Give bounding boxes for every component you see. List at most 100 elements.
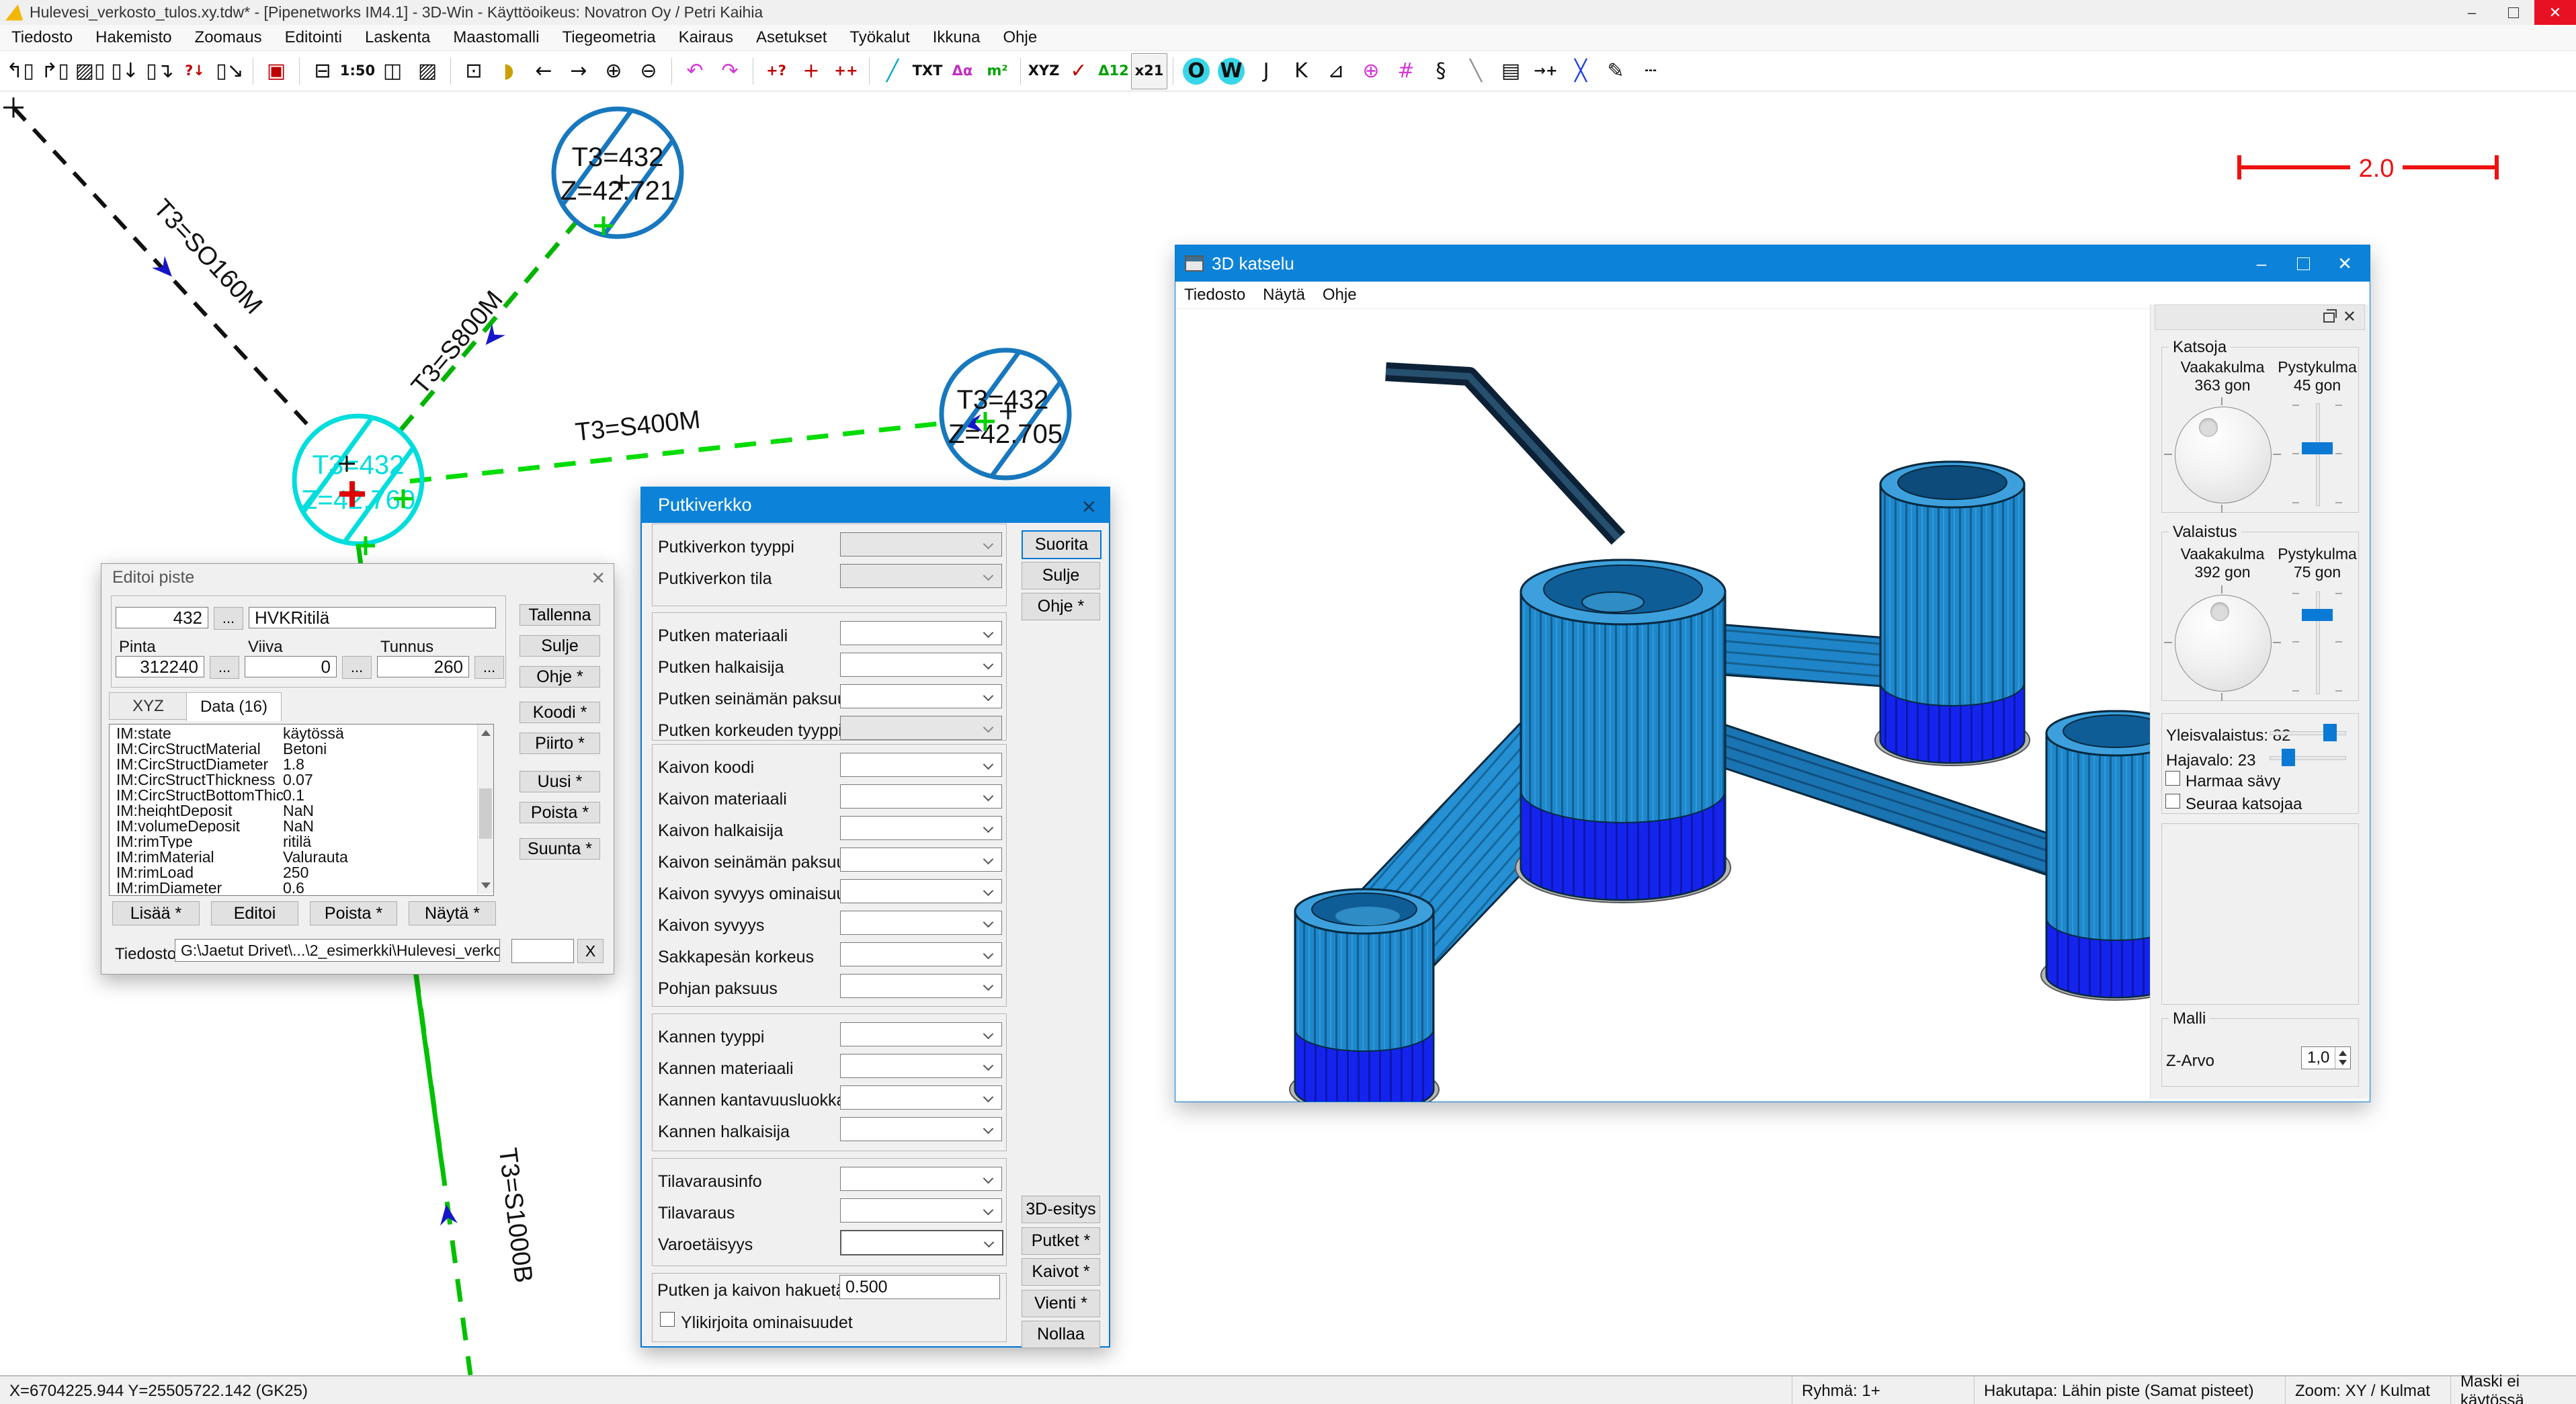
menu-item[interactable]: Ikkuna <box>921 25 992 50</box>
scroll-up-icon[interactable] <box>481 730 491 736</box>
dropdown[interactable] <box>840 1117 1002 1141</box>
menu-item[interactable]: Tiedosto <box>0 25 84 50</box>
read-file[interactable]: ↰▯ <box>3 54 38 89</box>
hatch-settings[interactable]: ▨ <box>410 54 445 89</box>
dialog-button[interactable]: Suorita <box>1022 530 1102 559</box>
menu-item[interactable]: Tiedosto <box>1175 282 1254 308</box>
side-action-button[interactable]: Uusi * <box>520 771 600 792</box>
manhole-node-top[interactable]: T3=432 Z=42.721 <box>554 109 681 237</box>
circle-plus[interactable]: ⊕ <box>1354 54 1388 89</box>
attribute-row[interactable]: IM:CircStructMaterial Betoni <box>110 740 493 755</box>
scroll-thumb[interactable] <box>479 788 492 839</box>
pipe-profile[interactable]: ╲ <box>1458 54 1493 89</box>
menu-item[interactable]: Hakemisto <box>84 25 183 50</box>
separator[interactable] <box>666 54 677 89</box>
extra-field[interactable] <box>511 939 574 963</box>
list-action-button[interactable]: Näytä * <box>409 901 496 925</box>
pinta-browse-button[interactable]: ... <box>210 656 239 679</box>
separator[interactable] <box>1015 54 1026 89</box>
dropdown[interactable] <box>840 1198 1002 1223</box>
manhole-node-selected[interactable]: T3=432 Z=42.760 <box>294 416 422 555</box>
attribute-row[interactable]: IM:rimDiameter 0.6 <box>110 879 493 895</box>
dashed-line[interactable]: ┄ <box>1633 54 1668 89</box>
text-txt[interactable]: TXT <box>910 54 945 89</box>
separator[interactable] <box>445 54 456 89</box>
list-action-button[interactable]: Poista * <box>310 901 397 925</box>
pipe-dialog-titlebar[interactable]: Putkiverkko <box>640 487 1110 523</box>
dialog-button[interactable]: Ohje * <box>1022 593 1100 620</box>
dialog-button[interactable]: 3D-esitys <box>1022 1196 1100 1223</box>
code-name-field[interactable]: HVKRitilä <box>249 607 496 628</box>
viiva-browse-button[interactable]: ... <box>342 656 372 679</box>
attribute-row[interactable]: IM:CircStructBottomThick... 0.1 <box>110 786 493 802</box>
code-browse-button[interactable]: ... <box>214 607 243 630</box>
manhole-node-right[interactable]: T3=432 Z=42.705 <box>942 350 1069 478</box>
tunnus-field[interactable]: 260 <box>377 656 469 677</box>
dropdown[interactable] <box>840 653 1002 677</box>
attribute-row[interactable]: IM:rimMaterial Valurauta <box>110 848 493 864</box>
separator[interactable] <box>1167 54 1179 89</box>
dropdown[interactable] <box>840 942 1002 966</box>
menu-item[interactable]: Kairaus <box>667 25 745 50</box>
points-transfer[interactable]: →+ <box>1528 54 1563 89</box>
follow-viewer-checkbox[interactable] <box>2165 794 2180 809</box>
dropdown[interactable] <box>840 564 1002 588</box>
pen[interactable]: ✎ <box>1598 54 1633 89</box>
pan-right[interactable]: → <box>561 54 596 89</box>
scene-3d[interactable] <box>1176 308 2151 1102</box>
maximize-button[interactable] <box>2282 245 2324 282</box>
menu-item[interactable]: Maastomalli <box>442 25 550 50</box>
diffuse-light-slider[interactable] <box>2270 749 2345 766</box>
close-icon[interactable]: ✕ <box>591 568 606 589</box>
zoom-window[interactable]: ◗ <box>491 54 526 89</box>
attribute-row[interactable]: IM:CircStructThickness 0.07 <box>110 771 493 786</box>
side-action-button[interactable]: Piirto * <box>520 733 600 754</box>
edit-point-titlebar[interactable]: Editoi piste <box>101 564 614 591</box>
write-file[interactable]: ▯↓ <box>108 54 142 89</box>
dropdown[interactable] <box>840 684 1002 708</box>
katsoja-angle-knob[interactable] <box>2175 407 2272 503</box>
point-add[interactable]: + <box>794 54 829 89</box>
panel-header[interactable]: ✕ <box>2155 304 2365 330</box>
maximize-button[interactable] <box>2493 0 2534 25</box>
angle-calc[interactable]: Δα <box>945 54 980 89</box>
print[interactable]: ⊟ <box>305 54 340 89</box>
list-action-button[interactable]: Editoi <box>211 901 298 925</box>
minimize-button[interactable]: – <box>2241 245 2282 282</box>
katsoja-elevation-slider[interactable] <box>2302 403 2333 505</box>
side-action-button[interactable]: Tallenna <box>520 604 600 626</box>
dropdown[interactable] <box>840 816 1002 840</box>
zoom-extents[interactable]: ⊡ <box>456 54 491 89</box>
letter-k[interactable]: K <box>1284 54 1319 89</box>
pinta-field[interactable]: 312240 <box>116 656 204 677</box>
menu-item[interactable]: Zoomaus <box>183 25 274 50</box>
viiva-field[interactable]: 0 <box>245 656 337 677</box>
pan-left[interactable]: ← <box>526 54 561 89</box>
pipe-network[interactable]: § <box>1423 54 1458 89</box>
point-info[interactable]: +? <box>759 54 794 89</box>
clear-path-button[interactable]: X <box>577 939 604 963</box>
menu-item[interactable]: Ohje <box>991 25 1048 50</box>
menu-item[interactable]: Asetukset <box>745 25 838 50</box>
redo[interactable]: ↷ <box>712 54 747 89</box>
dropdown[interactable] <box>840 974 1002 998</box>
menu-item[interactable]: Laskenta <box>354 25 442 50</box>
tab-xyz[interactable]: XYZ <box>109 692 188 720</box>
attribute-row[interactable]: IM:rimLoad 250 <box>110 864 493 879</box>
dropdown[interactable] <box>840 1167 1002 1191</box>
window-layout[interactable]: ◫ <box>375 54 410 89</box>
minimize-button[interactable]: – <box>2451 0 2493 25</box>
attribute-row[interactable]: IM:rimType ritilä <box>110 833 493 848</box>
doc-notes[interactable]: ▤ <box>1493 54 1528 89</box>
close-button[interactable]: ✕ <box>2324 245 2366 282</box>
dialog-button[interactable]: Sulje <box>1022 562 1100 589</box>
side-action-button[interactable]: Sulje <box>520 635 600 657</box>
coord-check[interactable]: ✓ <box>1061 54 1096 89</box>
separator[interactable] <box>864 54 875 89</box>
tunnus-browse-button[interactable]: ... <box>474 656 504 679</box>
zoom-out[interactable]: ⊖ <box>631 54 666 89</box>
menu-item[interactable]: Tiegeometria <box>550 25 667 50</box>
close-icon[interactable]: ✕ <box>2343 307 2356 327</box>
separator[interactable] <box>747 54 759 89</box>
separator[interactable] <box>294 54 305 89</box>
